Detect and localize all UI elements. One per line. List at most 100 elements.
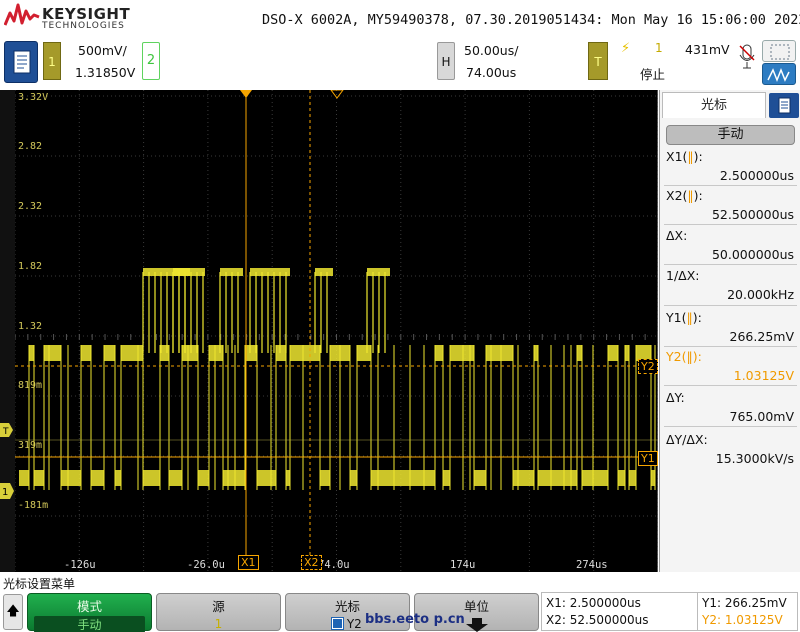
x1-label: X1(‖): <box>666 149 703 164</box>
grid-toggle-button[interactable] <box>762 40 796 62</box>
divider <box>664 305 797 306</box>
waveform-band <box>286 470 290 486</box>
waveform-band <box>629 470 636 486</box>
checkbox-icon <box>331 617 344 630</box>
waveform-band <box>61 470 68 486</box>
divider <box>664 346 797 347</box>
keysight-logo: KEYSIGHT TECHNOLOGIES <box>4 3 134 33</box>
waveform-band <box>198 470 209 486</box>
waveform-band <box>463 345 470 361</box>
brand-subtitle: TECHNOLOGIES <box>42 21 125 31</box>
waveform-band <box>104 345 115 361</box>
run-state: 停止 <box>640 67 666 82</box>
waveform-band <box>651 470 655 486</box>
waveform-band <box>367 268 390 276</box>
waveform-band <box>593 470 608 486</box>
channel2-button[interactable]: 2 <box>142 42 160 80</box>
channel-marker-strip: T 1 <box>0 90 15 572</box>
main-menu-button[interactable] <box>4 41 38 83</box>
channel-markers: T 1 <box>0 423 14 499</box>
y-tick-label: -181m <box>18 500 49 511</box>
microphone-muted-icon[interactable] <box>737 42 757 74</box>
cursor-mode-button[interactable]: 手动 <box>666 125 795 145</box>
waveform-band <box>44 345 49 361</box>
waveform-band <box>564 470 571 486</box>
waveform-band <box>320 470 330 486</box>
inv-delta-x-label: 1/ΔX: <box>666 268 700 283</box>
horizontal-delay: 74.00us <box>466 65 517 80</box>
readout-x1: X1: 2.500000us <box>546 596 641 610</box>
x-tick-label: 74.0u <box>318 559 350 571</box>
x2-label: X2(‖): <box>666 188 703 203</box>
divider <box>664 426 797 427</box>
x-tick-label: 274us <box>576 559 608 571</box>
waveform-band <box>169 470 182 486</box>
waveform-band <box>276 345 286 361</box>
waveform-band <box>518 470 534 486</box>
waveform-band <box>491 345 501 361</box>
panel-menu-icon[interactable] <box>769 93 799 118</box>
readout-y2: Y2: 1.03125V <box>702 613 783 627</box>
waveform-band <box>371 470 378 486</box>
readout-y1: Y1: 266.25mV <box>702 596 787 610</box>
softkey-value: 手动 <box>34 616 145 632</box>
waveform-band <box>608 345 618 361</box>
inv-delta-x-value: 20.000kHz <box>727 287 794 302</box>
horizontal-button[interactable]: H <box>437 42 455 80</box>
waveform-band <box>410 470 424 486</box>
y2-cursor-tag[interactable]: Y2 <box>638 359 658 374</box>
x1-cursor-tag[interactable]: X1 <box>238 555 259 570</box>
cursor-readout: X1: 2.500000us X2: 52.500000us Y1: 266.2… <box>541 592 798 631</box>
softkey-mode[interactable]: 模式 手动 <box>27 593 152 632</box>
svg-text:1: 1 <box>2 487 8 498</box>
trigger-button[interactable]: T <box>588 42 608 80</box>
auto-scale-button[interactable] <box>762 63 796 85</box>
waveform-band <box>378 470 394 486</box>
waveform-band <box>271 470 276 486</box>
waveform-band <box>209 345 215 361</box>
waveform-band <box>513 470 518 486</box>
waveform-band <box>290 345 303 361</box>
waveform-band <box>138 345 143 361</box>
waveform-band <box>474 470 486 486</box>
waveform-band <box>330 345 340 361</box>
x2-cursor-tag[interactable]: X2 <box>301 555 322 570</box>
y-tick-label: 819m <box>18 380 43 391</box>
y1-cursor-tag[interactable]: Y1 <box>638 451 658 466</box>
waveform-band <box>223 470 228 486</box>
x-tick-label: -26.0u <box>187 559 225 571</box>
waveform-band <box>250 268 290 276</box>
y2-value: 1.03125V <box>733 368 794 383</box>
softkey-label: 源 <box>212 599 225 614</box>
y-tick-label: 3.32V <box>18 92 49 103</box>
divider <box>664 185 797 186</box>
waveform-band <box>501 345 513 361</box>
dotted-grid-icon <box>770 44 790 60</box>
softkey-source[interactable]: 源 1 <box>156 593 281 631</box>
y1-value: 266.25mV <box>729 329 794 344</box>
y-tick-label: 1.82 <box>18 261 43 272</box>
menu-document-icon <box>13 50 31 74</box>
x2-value: 52.500000us <box>711 207 794 222</box>
waveform-band <box>582 470 593 486</box>
waveform-band <box>29 345 34 361</box>
waveform-band <box>81 345 91 361</box>
tab-cursors[interactable]: 光标 <box>662 92 766 118</box>
channel1-button[interactable]: 1 <box>43 42 61 80</box>
dy-dx-label: ΔY/ΔX: <box>666 432 708 447</box>
waveform-band <box>625 345 629 361</box>
x1-value: 2.500000us <box>719 168 794 183</box>
divider <box>664 264 797 265</box>
back-button[interactable]: 🡅 <box>3 594 23 630</box>
x-tick-label: 174u <box>450 559 476 571</box>
divider <box>664 385 797 386</box>
waveform-band <box>315 268 333 276</box>
y-tick-label: 1.32 <box>18 321 43 332</box>
delta-x-value: 50.000000us <box>711 247 794 262</box>
waveform-display[interactable] <box>15 90 658 572</box>
waveform-band <box>173 268 205 276</box>
waveform-band <box>470 345 474 361</box>
waveform-band <box>486 345 491 361</box>
waveform-band <box>235 470 245 486</box>
y2-label: Y2(‖): <box>666 349 702 364</box>
